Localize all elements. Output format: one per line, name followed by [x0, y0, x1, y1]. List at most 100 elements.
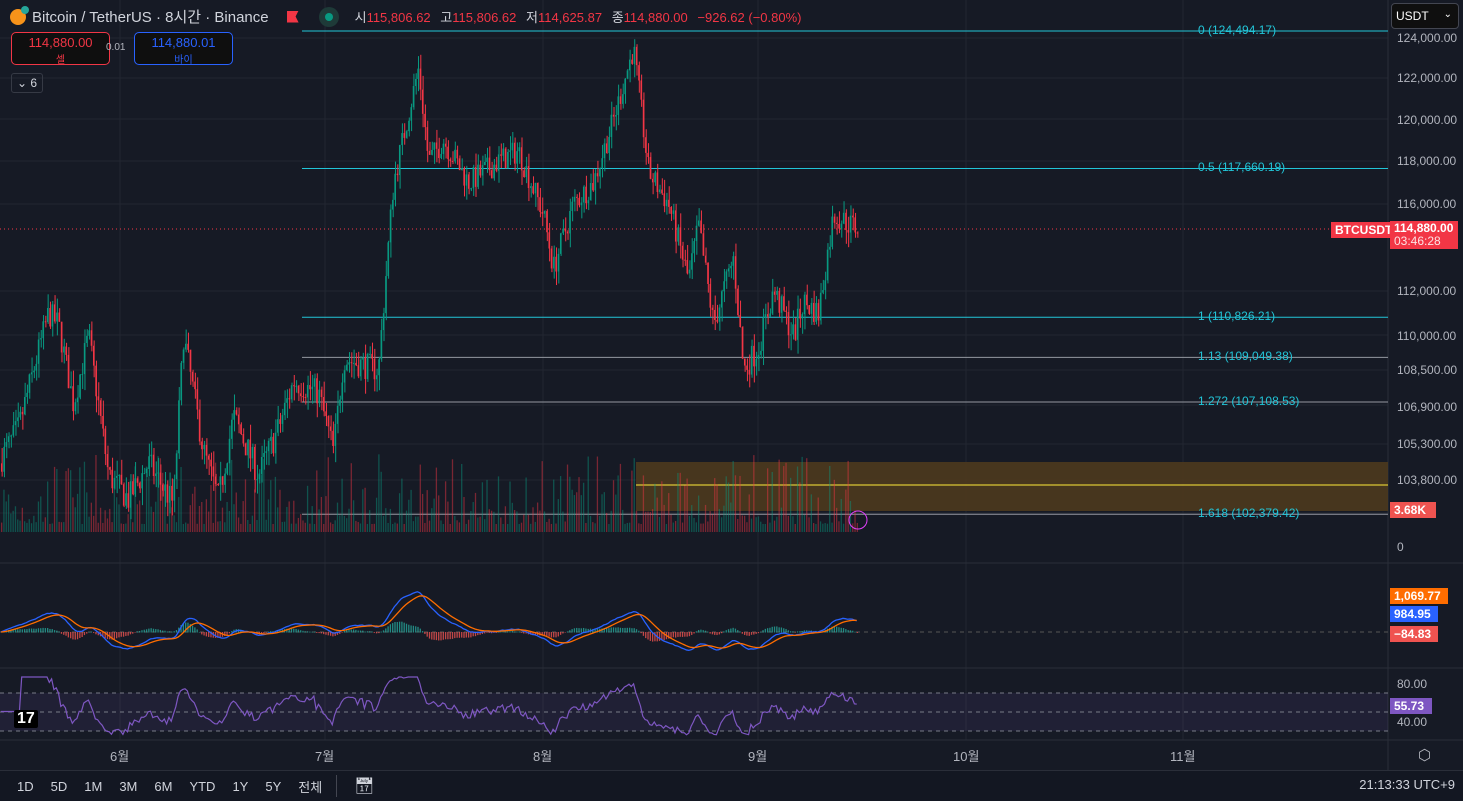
volume-bar [812, 523, 815, 532]
macd-histogram-bar [658, 632, 661, 641]
macd-histogram-bar [783, 628, 785, 633]
symbol-title[interactable]: Bitcoin / TetherUS · 8시간 · Binance [32, 6, 269, 27]
range-5d[interactable]: 5D [51, 779, 68, 794]
range-6m[interactable]: 6M [154, 779, 172, 794]
candle [709, 278, 712, 317]
currency-select[interactable]: USDT ⌄ [1391, 3, 1459, 29]
macd-histogram-bar [24, 629, 26, 633]
candle [336, 390, 339, 434]
macd-histogram-bar [116, 632, 118, 639]
macd-histogram-bar [380, 631, 382, 633]
candle [513, 137, 516, 171]
volume-bar [571, 489, 573, 532]
volume-bar [723, 505, 725, 532]
candle [295, 380, 298, 393]
last-price-tag: 114,880.00 03:46:28 [1390, 221, 1458, 249]
sell-button[interactable]: 114,880.00 셀 [11, 32, 110, 66]
volume-bar [697, 495, 700, 532]
candle [125, 477, 127, 509]
tradingview-logo[interactable]: 17 [14, 710, 38, 728]
candle [495, 156, 498, 173]
macd-histogram-bar [645, 632, 647, 639]
macd-histogram-bar [771, 626, 773, 633]
candle [249, 424, 252, 472]
macd-histogram-bar [33, 628, 35, 633]
candle [500, 143, 502, 169]
candle [451, 151, 454, 165]
goto-date-icon[interactable]: 📅︎ [354, 776, 374, 796]
volume-bar [771, 471, 773, 532]
macd-histogram-bar [394, 621, 396, 633]
volume-bar [488, 509, 490, 532]
range-all[interactable]: 전체 [298, 777, 322, 796]
range-1y[interactable]: 1Y [232, 779, 248, 794]
volume-bar [336, 502, 339, 532]
volume-bar [217, 521, 219, 532]
macd-histogram-bar [640, 632, 642, 634]
macd-histogram-bar [392, 623, 394, 633]
macd-histogram-bar [93, 632, 95, 633]
candle [789, 322, 792, 351]
candle [1, 448, 3, 477]
macd-histogram-bar [785, 628, 787, 633]
market-status-icon[interactable] [318, 6, 339, 27]
candle [467, 171, 470, 195]
volume-bar [840, 498, 842, 532]
macd-histogram-bar [681, 632, 684, 637]
buy-button[interactable]: 114,880.01 바이 [134, 32, 233, 66]
range-1m[interactable]: 1M [84, 779, 102, 794]
volume-bar [42, 521, 44, 532]
settings-icon[interactable]: ⬡ [1418, 746, 1431, 764]
volume-bar [691, 505, 693, 532]
volume-bar [472, 502, 474, 532]
volume-bar [750, 518, 753, 532]
candle [497, 146, 500, 183]
volume-bar [320, 497, 323, 532]
macd-histogram-bar [60, 632, 63, 634]
candle [355, 352, 357, 367]
flag-icon[interactable] [286, 10, 299, 23]
candle [120, 459, 123, 485]
candle [318, 380, 321, 408]
macd-histogram-bar [723, 631, 725, 633]
volume-bar [585, 523, 587, 532]
volume-bar [513, 509, 516, 532]
volume-bar [362, 489, 364, 532]
volume-bar [152, 511, 155, 532]
macd-histogram-bar [143, 629, 145, 633]
range-5y[interactable]: 5Y [265, 779, 281, 794]
macd-histogram-bar [364, 631, 366, 633]
volume-bar [681, 522, 684, 532]
volume-bar [553, 479, 555, 532]
range-ytd[interactable]: YTD [189, 779, 215, 794]
range-1d[interactable]: 1D [17, 779, 34, 794]
range-3m[interactable]: 3M [119, 779, 137, 794]
macd-histogram-bar [118, 632, 120, 638]
volume-bar [33, 515, 35, 532]
volume-bar [49, 523, 51, 532]
price-axis-label: 106,900.00 [1397, 399, 1458, 414]
macd-histogram-bar [546, 632, 548, 637]
macd-histogram-bar [231, 631, 233, 633]
volume-bar [194, 486, 196, 532]
volume-bar [725, 476, 727, 532]
candle [270, 429, 272, 455]
indicators-toggle-button[interactable]: ⌄ 6 [11, 73, 43, 93]
candle [769, 308, 771, 317]
candle [143, 467, 146, 475]
macd-histogram-bar [686, 632, 688, 637]
fib-level-label: 1.13 (109,049.38) [1198, 349, 1293, 364]
volume-bar [785, 462, 787, 532]
candle [401, 123, 403, 156]
clock[interactable]: 21:13:33 UTC+9 [1359, 777, 1455, 792]
candle [511, 132, 514, 159]
candle [711, 304, 714, 325]
candle [127, 481, 130, 512]
macd-histogram-bar [350, 629, 352, 633]
month-label: 11월 [1170, 749, 1196, 764]
macd-histogram-bar [787, 630, 789, 633]
volume-bar [97, 522, 99, 532]
candle [438, 137, 440, 164]
macd-histogram-bar [845, 629, 847, 633]
volume-bar [709, 510, 711, 532]
